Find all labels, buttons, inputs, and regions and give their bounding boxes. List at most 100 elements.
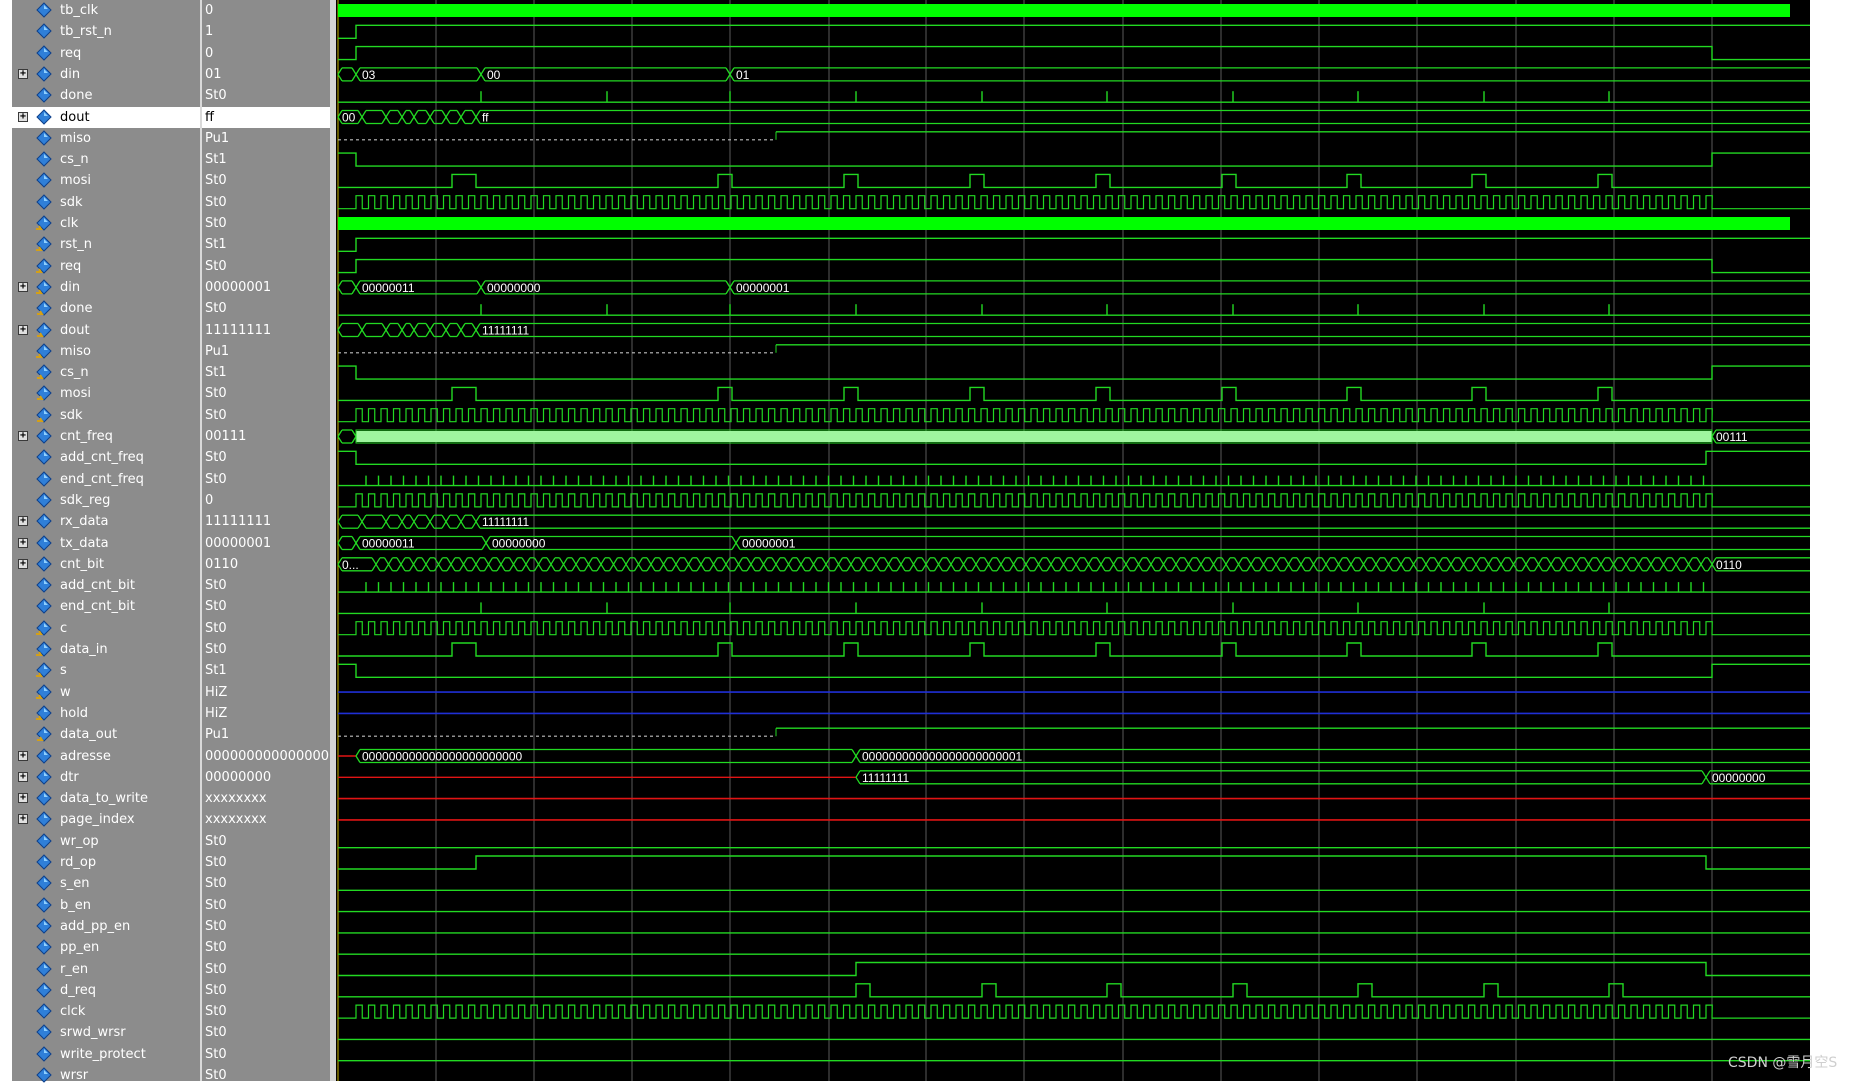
value-row[interactable]: St0 xyxy=(202,213,330,234)
signal-row[interactable]: s xyxy=(12,660,200,681)
signal-row[interactable]: + din xyxy=(12,277,200,298)
value-row[interactable]: St0 xyxy=(202,980,330,1001)
value-row[interactable]: St0 xyxy=(202,916,330,937)
signal-row[interactable]: wr_op xyxy=(12,831,200,852)
signal-row[interactable]: mosi xyxy=(12,383,200,404)
signal-row[interactable]: req xyxy=(12,256,200,277)
signal-row[interactable]: wrsr xyxy=(12,1065,200,1086)
value-row[interactable]: 00000001 xyxy=(202,533,330,554)
signal-row[interactable]: clk xyxy=(12,213,200,234)
expand-icon[interactable]: + xyxy=(18,516,28,527)
signal-row[interactable]: + dout xyxy=(12,106,200,128)
value-row[interactable]: St0 xyxy=(202,831,330,852)
signal-row[interactable]: b_en xyxy=(12,895,200,916)
value-row[interactable]: xxxxxxxx xyxy=(202,788,330,809)
signal-row[interactable]: + din xyxy=(12,64,200,85)
signal-row[interactable]: srwd_wrsr xyxy=(12,1022,200,1043)
value-row[interactable]: St0 xyxy=(202,469,330,490)
value-row[interactable]: 00000000 xyxy=(202,767,330,788)
signal-row[interactable]: sdk_reg xyxy=(12,490,200,511)
expand-icon[interactable]: + xyxy=(18,281,28,292)
expand-icon[interactable]: + xyxy=(18,111,28,122)
signal-row[interactable]: s_en xyxy=(12,873,200,894)
wave-canvas[interactable]: 03 00 01 00 ff 00000011 00000000 00000001 111111… xyxy=(336,0,1810,1081)
value-row[interactable]: St0 xyxy=(202,383,330,404)
value-row[interactable]: St0 xyxy=(202,1065,330,1086)
value-row[interactable]: Pu1 xyxy=(202,341,330,362)
value-row[interactable]: St1 xyxy=(202,660,330,681)
value-row[interactable]: St0 xyxy=(202,447,330,468)
signal-row[interactable]: hold xyxy=(12,703,200,724)
signal-row[interactable]: end_cnt_bit xyxy=(12,596,200,617)
value-row[interactable]: St0 xyxy=(202,192,330,213)
signal-name-pane[interactable]: tb_clk tb_rst_n req + din done + dout miso cs_n mo… xyxy=(12,0,200,1083)
value-row[interactable]: St0 xyxy=(202,895,330,916)
value-row[interactable]: 0 xyxy=(202,43,330,64)
value-row[interactable]: 01 xyxy=(202,64,330,85)
value-row[interactable]: HiZ xyxy=(202,682,330,703)
value-row[interactable]: HiZ xyxy=(202,703,330,724)
value-row[interactable]: St0 xyxy=(202,959,330,980)
value-row[interactable]: ff xyxy=(202,106,330,128)
value-row[interactable]: St0 xyxy=(202,170,330,191)
value-row[interactable]: St0 xyxy=(202,1044,330,1065)
expand-icon[interactable]: + xyxy=(18,750,28,761)
signal-row[interactable]: + adresse xyxy=(12,746,200,767)
signal-row[interactable]: add_cnt_bit xyxy=(12,575,200,596)
value-row[interactable]: 00000000000000000000000 xyxy=(202,746,330,767)
signal-row[interactable]: + data_to_write xyxy=(12,788,200,809)
value-row[interactable]: St1 xyxy=(202,362,330,383)
value-row[interactable]: 00111 xyxy=(202,426,330,447)
signal-row[interactable]: clck xyxy=(12,1001,200,1022)
expand-icon[interactable]: + xyxy=(18,558,28,569)
signal-row[interactable]: + tx_data xyxy=(12,533,200,554)
value-row[interactable]: St0 xyxy=(202,298,330,319)
signal-row[interactable]: tb_rst_n xyxy=(12,21,200,42)
signal-row[interactable]: tb_clk xyxy=(12,0,200,21)
wave-pane[interactable]: 03 00 01 00 ff 00000011 00000000 00000001 111111… xyxy=(336,0,1810,1081)
signal-row[interactable]: cs_n xyxy=(12,362,200,383)
signal-row[interactable]: done xyxy=(12,85,200,106)
signal-row[interactable]: done xyxy=(12,298,200,319)
signal-row[interactable]: rd_op xyxy=(12,852,200,873)
signal-row[interactable]: + dtr xyxy=(12,767,200,788)
signal-row[interactable]: rst_n xyxy=(12,234,200,255)
value-row[interactable]: 11111111 xyxy=(202,511,330,532)
value-row[interactable]: 0 xyxy=(202,0,330,21)
signal-row[interactable]: w xyxy=(12,682,200,703)
expand-icon[interactable]: + xyxy=(18,68,28,79)
value-row[interactable]: St0 xyxy=(202,1022,330,1043)
expand-icon[interactable]: + xyxy=(18,537,28,548)
signal-row[interactable]: d_req xyxy=(12,980,200,1001)
signal-row[interactable]: + cnt_freq xyxy=(12,426,200,447)
signal-row[interactable]: req xyxy=(12,43,200,64)
signal-row[interactable]: c xyxy=(12,618,200,639)
signal-row[interactable]: miso xyxy=(12,128,200,149)
value-row[interactable]: St0 xyxy=(202,618,330,639)
signal-row[interactable]: pp_en xyxy=(12,937,200,958)
value-row[interactable]: St0 xyxy=(202,639,330,660)
value-row[interactable]: St0 xyxy=(202,1001,330,1022)
signal-row[interactable]: miso xyxy=(12,341,200,362)
signal-value-pane[interactable]: 0 1 0 01 St0 ff Pu1 St1 St0 St0 St0 St1 St0 00000001 S… xyxy=(202,0,330,1083)
value-row[interactable]: 0 xyxy=(202,490,330,511)
value-row[interactable]: St0 xyxy=(202,575,330,596)
value-row[interactable]: St0 xyxy=(202,596,330,617)
signal-row[interactable]: mosi xyxy=(12,170,200,191)
signal-row[interactable]: data_out xyxy=(12,724,200,745)
signal-row[interactable]: sdk xyxy=(12,192,200,213)
value-row[interactable]: St1 xyxy=(202,149,330,170)
signal-row[interactable]: write_protect xyxy=(12,1044,200,1065)
value-row[interactable]: St0 xyxy=(202,852,330,873)
value-row[interactable]: St0 xyxy=(202,85,330,106)
value-row[interactable]: 00000001 xyxy=(202,277,330,298)
value-row[interactable]: 1 xyxy=(202,21,330,42)
value-row[interactable]: St0 xyxy=(202,873,330,894)
signal-row[interactable]: r_en xyxy=(12,959,200,980)
expand-icon[interactable]: + xyxy=(18,814,28,825)
expand-icon[interactable]: + xyxy=(18,324,28,335)
value-row[interactable]: St1 xyxy=(202,234,330,255)
signal-row[interactable]: data_in xyxy=(12,639,200,660)
value-row[interactable]: Pu1 xyxy=(202,724,330,745)
signal-row[interactable]: + cnt_bit xyxy=(12,554,200,575)
